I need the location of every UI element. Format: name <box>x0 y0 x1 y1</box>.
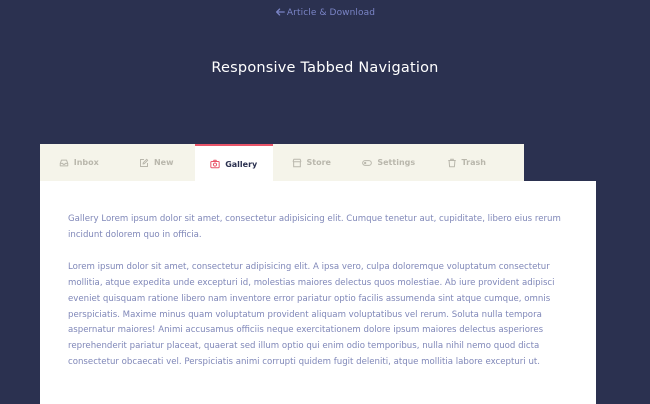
tab-content-panel: Gallery Lorem ipsum dolor sit amet, cons… <box>40 181 596 404</box>
arrow-left-icon <box>275 8 285 16</box>
tab-new[interactable]: New <box>118 144 196 181</box>
tab-new-label: New <box>153 158 174 167</box>
tab-store[interactable]: Store <box>273 144 351 181</box>
tab-trash[interactable]: Trash <box>428 144 506 181</box>
camera-icon <box>210 159 220 169</box>
content-paragraph-2: Lorem ipsum dolor sit amet, consectetur … <box>68 261 555 368</box>
tab-settings-label: Settings <box>377 158 416 167</box>
article-download-link[interactable]: Article & Download <box>0 7 650 18</box>
store-icon <box>292 158 301 167</box>
tab-inbox[interactable]: Inbox <box>40 144 118 181</box>
inbox-icon <box>59 159 68 166</box>
content-paragraph-1: Gallery Lorem ipsum dolor sit amet, cons… <box>68 214 561 240</box>
tab-store-label: Store <box>306 158 331 167</box>
article-download-label: Article & Download <box>286 8 376 18</box>
tab-list: Inbox New Gallery Store Settings Trash <box>40 144 524 182</box>
edit-icon <box>139 158 149 167</box>
tab-settings[interactable]: Settings <box>350 144 428 181</box>
toggle-icon <box>362 159 373 166</box>
page-title: Responsive Tabbed Navigation <box>211 60 439 76</box>
tab-trash-label: Trash <box>461 158 486 167</box>
tab-bar: Inbox New Gallery Store Settings Trash <box>40 144 524 182</box>
tab-gallery[interactable]: Gallery <box>195 144 273 182</box>
tab-gallery-label: Gallery <box>225 159 258 169</box>
tab-inbox-label: Inbox <box>73 158 99 167</box>
trash-icon <box>447 158 456 167</box>
